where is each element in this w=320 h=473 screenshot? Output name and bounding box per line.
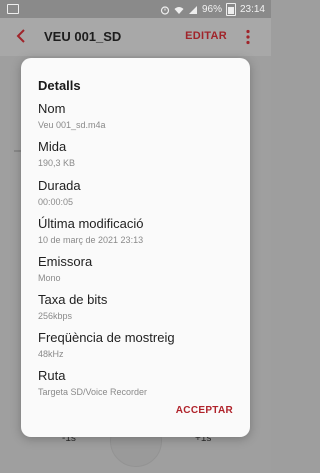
detail-value: Targeta SD/Voice Recorder bbox=[38, 387, 148, 397]
detail-row-name: Nom Veu 001_sd.m4a bbox=[38, 101, 106, 132]
status-icons: 96% 23:14 bbox=[160, 3, 265, 16]
detail-label: Nom bbox=[38, 101, 66, 116]
app-bar: VEU 001_SD EDITAR bbox=[0, 18, 271, 56]
accept-button[interactable]: ACCEPTAR bbox=[176, 405, 233, 416]
alarm-icon bbox=[160, 5, 170, 15]
detail-value: 190,3 KB bbox=[38, 158, 76, 168]
detail-value: 00:00:05 bbox=[38, 197, 74, 207]
detail-row-channels: Emissora Mono bbox=[38, 254, 92, 285]
wifi-icon bbox=[174, 6, 184, 14]
detail-label: Ruta bbox=[38, 368, 66, 383]
detail-value: 256kbps bbox=[38, 311, 73, 321]
edit-button[interactable]: EDITAR bbox=[185, 30, 227, 42]
detail-row-path: Ruta Targeta SD/Voice Recorder bbox=[38, 368, 147, 399]
detail-label: Emissora bbox=[38, 254, 93, 269]
detail-value: Veu 001_sd.m4a bbox=[38, 120, 106, 130]
more-options-icon[interactable] bbox=[245, 29, 251, 45]
signal-icon bbox=[188, 5, 197, 14]
detail-row-sample-rate: Freqüència de mostreig 48kHz bbox=[38, 330, 175, 361]
detail-value: 48kHz bbox=[38, 349, 64, 359]
screenshot-icon bbox=[7, 4, 19, 14]
detail-row-bitrate: Taxa de bits 256kbps bbox=[38, 292, 107, 323]
dialog-title: Detalls bbox=[38, 78, 81, 93]
detail-value: 10 de març de 2021 23:13 bbox=[38, 235, 144, 245]
detail-row-duration: Durada 00:00:05 bbox=[38, 178, 81, 209]
status-bar: 96% 23:14 bbox=[0, 0, 271, 18]
battery-icon bbox=[225, 3, 236, 16]
back-arrow-icon[interactable] bbox=[12, 27, 30, 45]
status-time: 23:14 bbox=[239, 4, 265, 15]
detail-value: Mono bbox=[38, 273, 61, 283]
page-title: VEU 001_SD bbox=[44, 29, 122, 44]
details-dialog: Detalls Nom Veu 001_sd.m4a Mida 190,3 KB… bbox=[21, 58, 250, 437]
detail-label: Mida bbox=[38, 139, 67, 154]
battery-percent: 96% bbox=[201, 4, 222, 15]
detail-label: Última modificació bbox=[38, 216, 144, 231]
detail-label: Freqüència de mostreig bbox=[38, 330, 175, 345]
detail-row-modified: Última modificació 10 de març de 2021 23… bbox=[38, 216, 143, 247]
detail-row-size: Mida 190,3 KB bbox=[38, 139, 75, 170]
detail-label: Durada bbox=[38, 178, 81, 193]
detail-label: Taxa de bits bbox=[38, 292, 108, 307]
